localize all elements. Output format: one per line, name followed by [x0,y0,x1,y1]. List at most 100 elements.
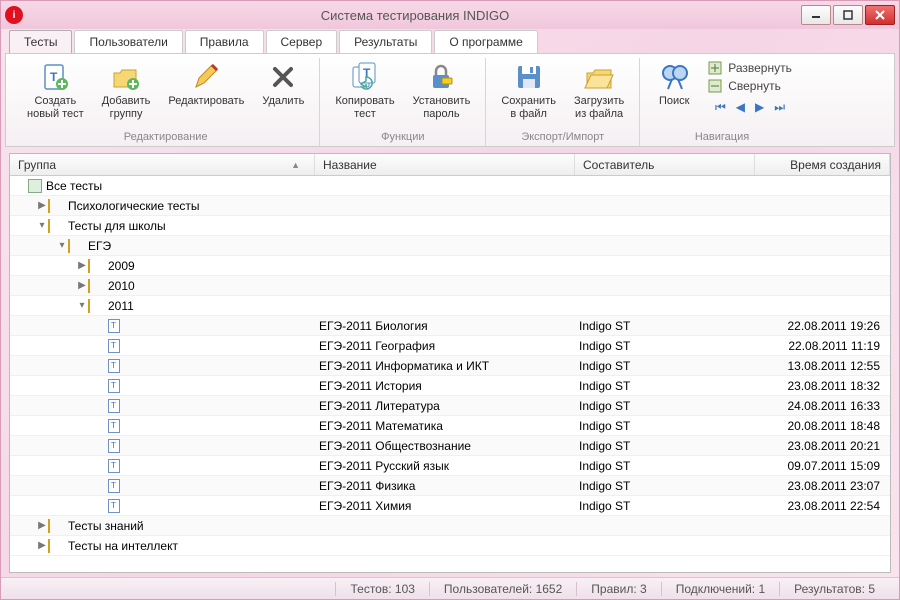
folder-row[interactable]: ▶ Психологические тесты [10,196,890,216]
folder-row[interactable]: ▾ЕГЭ [10,236,890,256]
expander-icon[interactable]: ▶ [76,260,88,271]
folder-icon [68,239,84,253]
expander-icon[interactable]: ▾ [76,300,88,311]
save-file-button[interactable]: Сохранитьв файл [494,58,563,124]
add-group-button[interactable]: Добавитьгруппу [95,58,158,124]
maximize-button[interactable] [833,5,863,25]
test-row[interactable]: ЕГЭ-2011 ОбществознаниеIndigo ST23.08.20… [10,436,890,456]
test-row[interactable]: ЕГЭ-2011 ГеографияIndigo ST22.08.2011 11… [10,336,890,356]
sort-asc-icon: ▲ [291,160,300,170]
test-row[interactable]: ЕГЭ-2011 БиологияIndigo ST22.08.2011 19:… [10,316,890,336]
tab-Результаты[interactable]: Результаты [339,30,432,53]
folder-row[interactable]: ▶2009 [10,256,890,276]
col-group-label: Группа [18,158,56,172]
nav-prev-icon[interactable]: ◀ [736,100,745,115]
cell-author: Indigo ST [575,359,755,373]
node-label: 2010 [108,279,135,293]
titlebar: i Система тестирования INDIGO [1,1,899,29]
col-date[interactable]: Время создания [755,154,890,175]
load-file-icon [583,61,615,93]
expand-all-button[interactable]: Развернуть [704,60,796,76]
folder-row[interactable]: ▶ 2010 [10,276,890,296]
test-icon [108,319,120,333]
test-tree[interactable]: Все тесты ▶ Психологические тесты ▾Тесты дл… [10,176,890,572]
cell-name: ЕГЭ-2011 Биология [315,319,575,333]
folder-icon [48,519,64,533]
expander-icon[interactable]: ▶ [76,280,88,291]
folder-icon [88,279,104,293]
set-password-button[interactable]: Установитьпароль [406,58,478,124]
ribbon-group-title: Редактирование [20,129,311,146]
col-name[interactable]: Название [315,154,575,175]
nav-next-icon[interactable]: ▶ [755,100,764,115]
search-button[interactable]: Поиск [648,58,700,111]
test-icon [108,499,120,513]
copy-test-icon: T [349,61,381,93]
folder-row[interactable]: ▶ Тесты на интеллект [10,536,890,556]
tab-Правила[interactable]: Правила [185,30,264,53]
test-row[interactable]: ЕГЭ-2011 Русский языкIndigo ST09.07.2011… [10,456,890,476]
expander-icon[interactable]: ▶ [36,540,48,551]
test-row[interactable]: ЕГЭ-2011 ЛитератураIndigo ST24.08.2011 1… [10,396,890,416]
load-file-label: Загрузитьиз файла [574,95,624,121]
folder-row[interactable]: Все тесты [10,176,890,196]
window-buttons [801,5,895,25]
ribbon-group-Навигация: ПоискРазвернуть Свернуть ⏮ ◀ ▶ ⏭ Навигация [640,58,804,146]
minimize-button[interactable] [801,5,831,25]
node-label: Все тесты [46,179,102,193]
cell-name: ЕГЭ-2011 Математика [315,419,575,433]
search-icon [658,61,690,93]
collapse-all-button[interactable]: Свернуть [704,78,796,94]
expander-icon[interactable]: ▾ [36,220,48,231]
tab-Пользователи[interactable]: Пользователи [74,30,182,53]
test-row[interactable]: ЕГЭ-2011 ХимияIndigo ST23.08.2011 22:54 [10,496,890,516]
delete-label: Удалить [262,95,304,108]
close-button[interactable] [865,5,895,25]
cell-date: 23.08.2011 18:32 [755,379,890,393]
copy-test-label: Копироватьтест [335,95,394,121]
ribbon-group-title: Навигация [648,129,796,146]
test-icon [108,379,120,393]
copy-test-button[interactable]: TКопироватьтест [328,58,401,124]
expand-icon [708,61,722,75]
folder-icon [88,259,104,273]
node-label: Тесты знаний [68,519,144,533]
tab-Сервер[interactable]: Сервер [266,30,338,53]
cell-name: ЕГЭ-2011 История [315,379,575,393]
test-row[interactable]: ЕГЭ-2011 ФизикаIndigo ST23.08.2011 23:07 [10,476,890,496]
folder-row[interactable]: ▶ Тесты знаний [10,516,890,536]
node-label: Психологические тесты [68,199,200,213]
cell-author: Indigo ST [575,479,755,493]
cell-name: ЕГЭ-2011 Физика [315,479,575,493]
tab-О программе[interactable]: О программе [434,30,537,53]
col-author[interactable]: Составитель [575,154,755,175]
folder-row[interactable]: ▾Тесты для школы [10,216,890,236]
tab-Тесты[interactable]: Тесты [9,30,72,53]
test-row[interactable]: ЕГЭ-2011 МатематикаIndigo ST20.08.2011 1… [10,416,890,436]
delete-button[interactable]: Удалить [255,58,311,111]
test-icon [108,439,120,453]
test-row[interactable]: ЕГЭ-2011 ИсторияIndigo ST23.08.2011 18:3… [10,376,890,396]
ribbon: TСоздатьновый тестДобавитьгруппуРедактир… [5,53,895,147]
cell-name: ЕГЭ-2011 Информатика и ИКТ [315,359,575,373]
new-test-button[interactable]: TСоздатьновый тест [20,58,91,124]
test-icon [108,359,120,373]
test-row[interactable]: ЕГЭ-2011 Информатика и ИКТIndigo ST13.08… [10,356,890,376]
content-area: Группа ▲ Название Составитель Время созда… [9,153,891,573]
load-file-button[interactable]: Загрузитьиз файла [567,58,631,124]
expander-icon[interactable]: ▶ [36,520,48,531]
ribbon-group-Экспорт/Импорт: Сохранитьв файл Загрузитьиз файла Экспорт/… [486,58,640,146]
nav-first-icon[interactable]: ⏮ [715,100,726,115]
col-group[interactable]: Группа ▲ [10,154,315,175]
expander-icon[interactable]: ▶ [36,200,48,211]
expander-icon[interactable]: ▾ [56,240,68,251]
folder-row[interactable]: ▾ 2011 [10,296,890,316]
node-label: 2011 [108,299,134,313]
main-window: i Система тестирования INDIGO ТестыПольз… [0,0,900,600]
cell-date: 24.08.2011 16:33 [755,399,890,413]
ribbon-group-title: Экспорт/Импорт [494,129,631,146]
nav-last-icon[interactable]: ⏭ [774,100,785,115]
ribbon-group-title: Функции [328,129,477,146]
edit-button[interactable]: Редактировать [161,58,251,111]
node-label: Тесты на интеллект [68,539,178,553]
